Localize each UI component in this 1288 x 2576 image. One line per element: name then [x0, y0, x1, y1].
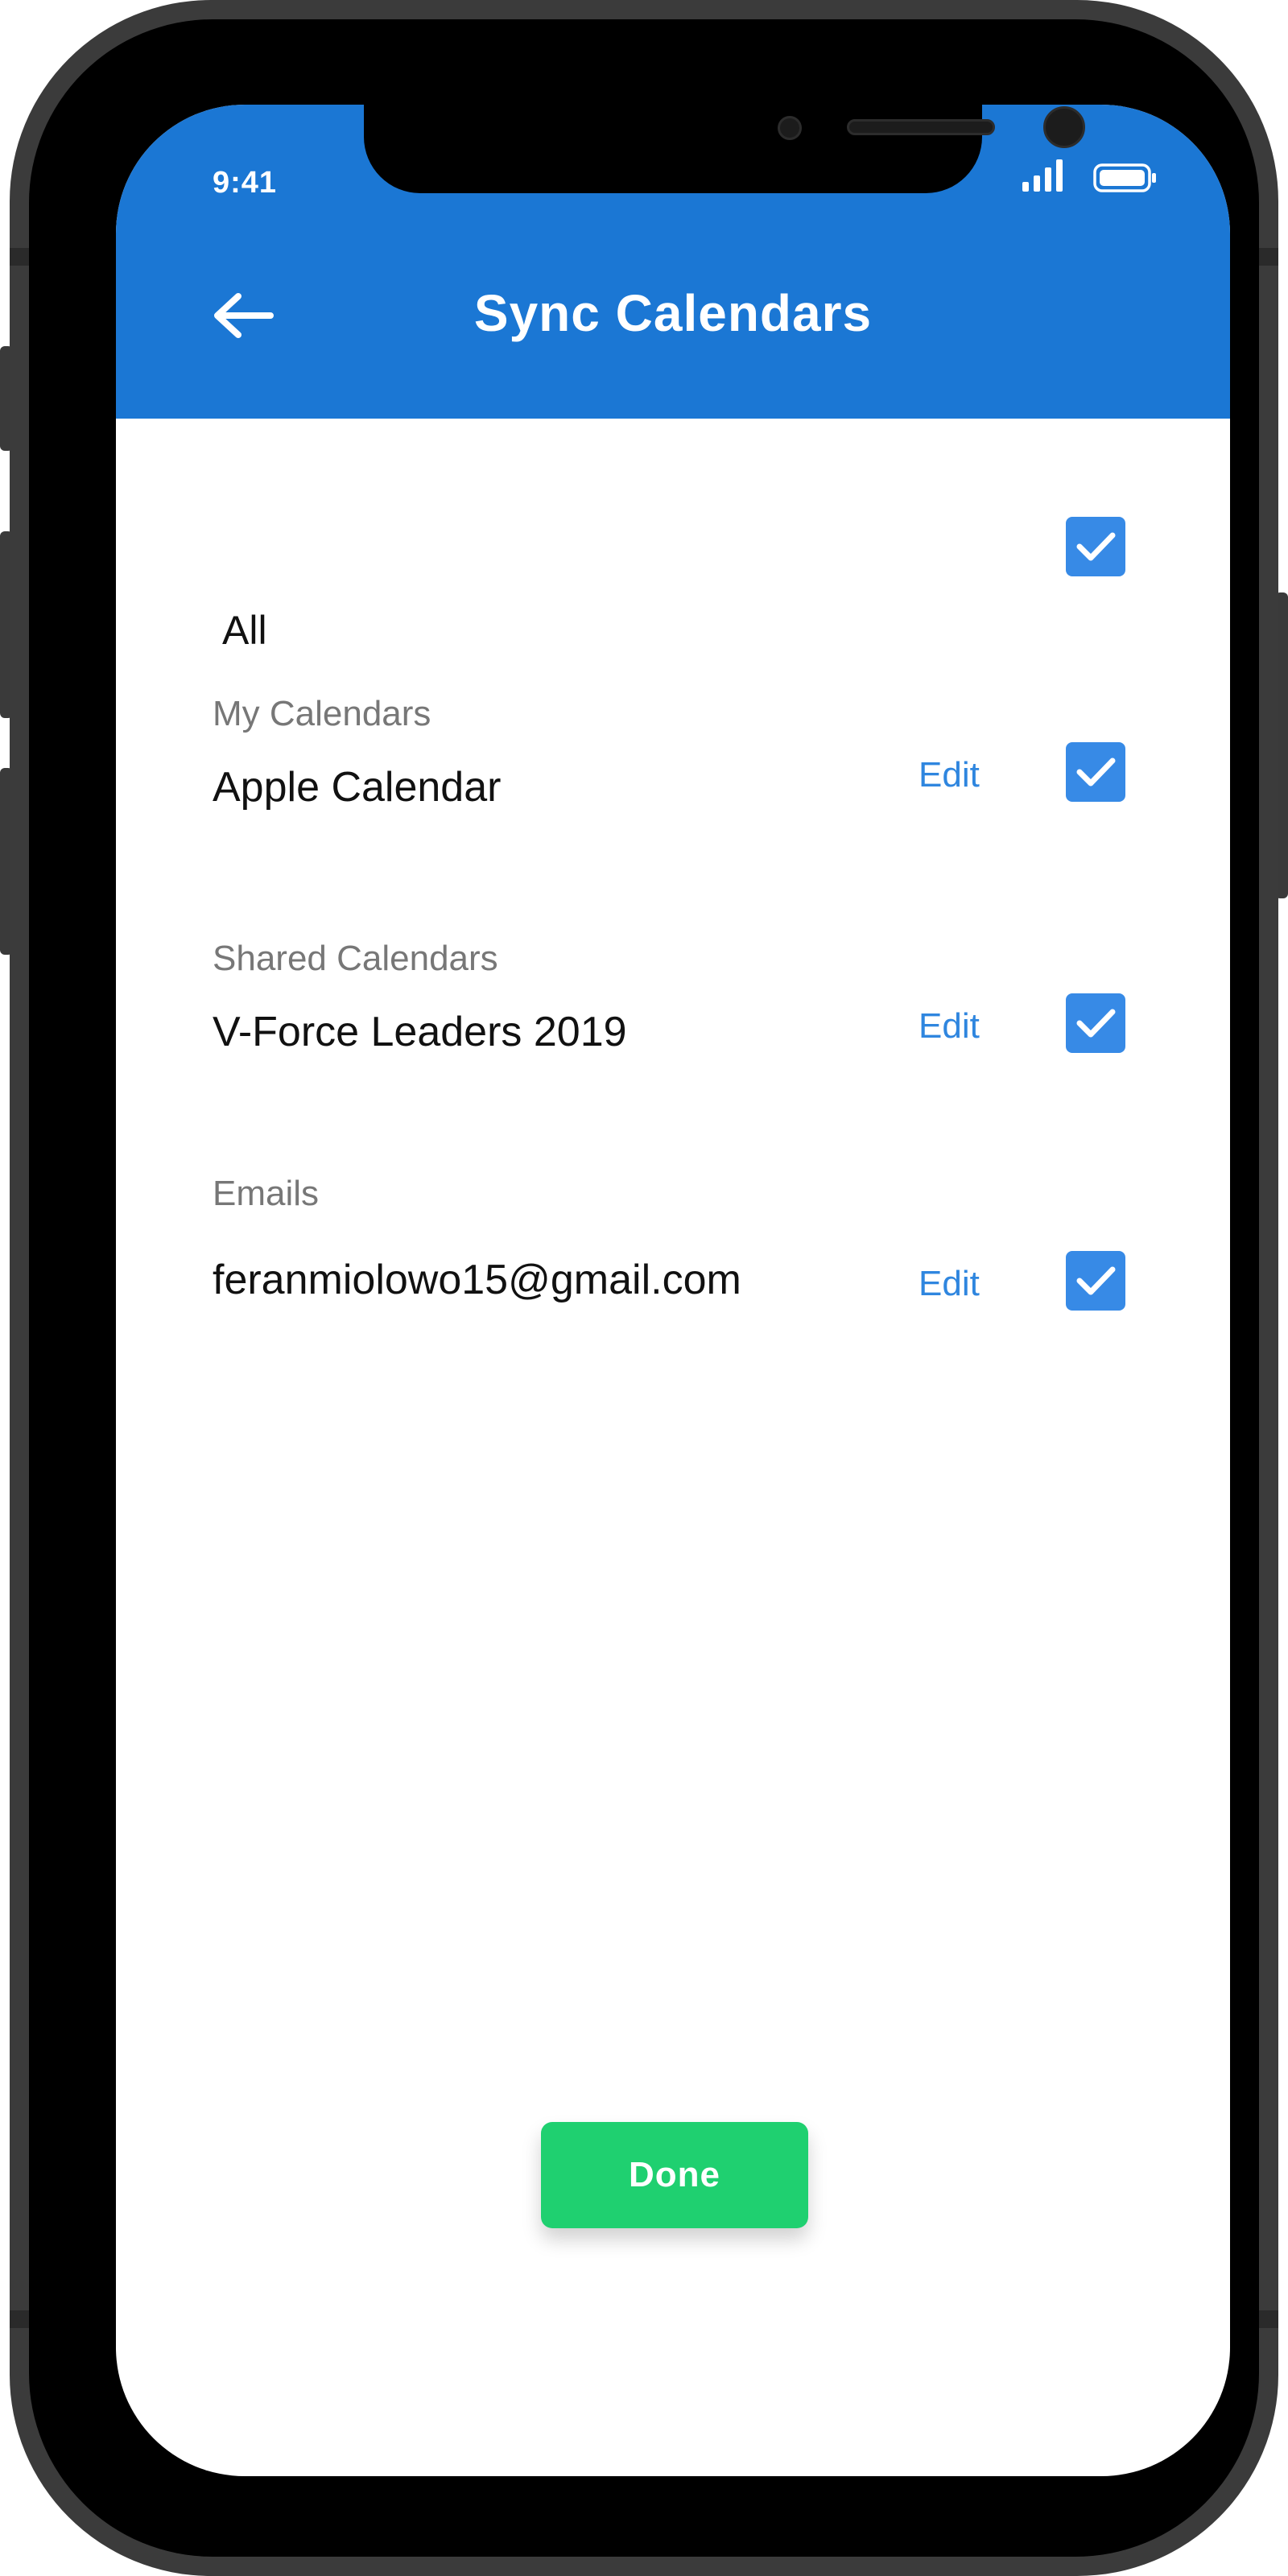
front-camera	[1043, 106, 1085, 148]
section-title: My Calendars	[213, 694, 431, 733]
calendar-checkbox[interactable]	[1066, 742, 1125, 802]
antenna-band	[10, 248, 29, 266]
page-title: Sync Calendars	[473, 284, 873, 342]
calendar-item-label: Apple Calendar	[213, 764, 502, 811]
antenna-band	[10, 2310, 29, 2328]
edit-link[interactable]: Edit	[919, 1006, 980, 1046]
earpiece-speaker	[847, 119, 995, 135]
checkmark-icon	[1076, 758, 1116, 786]
calendar-item-label: V-Force Leaders 2019	[213, 1009, 627, 1055]
all-option-checkbox[interactable]	[1066, 517, 1125, 576]
checkmark-icon	[1076, 1009, 1116, 1038]
checkmark-icon	[1076, 532, 1116, 561]
antenna-band	[1259, 248, 1278, 266]
edit-link[interactable]: Edit	[919, 755, 980, 795]
phone-bezel: 9:41 Sync Calendars All My Calendars App…	[29, 19, 1259, 2557]
checkmark-icon	[1076, 1266, 1116, 1295]
battery-icon	[1093, 163, 1156, 192]
cellular-signal-icon	[1022, 159, 1063, 192]
edit-link[interactable]: Edit	[919, 1264, 980, 1304]
phone-frame: 9:41 Sync Calendars All My Calendars App…	[10, 0, 1278, 2576]
section-title: Emails	[213, 1174, 320, 1213]
antenna-band	[1259, 2310, 1278, 2328]
app-screen: 9:41 Sync Calendars All My Calendars App…	[116, 105, 1230, 2476]
email-checkbox[interactable]	[1066, 1251, 1125, 1311]
sensor-dot	[778, 116, 802, 140]
all-option-label: All	[222, 608, 267, 653]
email-item-label: feranmiolowo15@gmail.com	[213, 1257, 741, 1303]
device-notch	[364, 105, 1085, 193]
device-stage: 9:41 Sync Calendars All My Calendars App…	[0, 0, 1288, 2576]
done-button[interactable]: Done	[541, 2122, 808, 2228]
status-time: 9:41	[213, 166, 278, 200]
calendar-checkbox[interactable]	[1066, 993, 1125, 1053]
section-title: Shared Calendars	[213, 939, 498, 978]
